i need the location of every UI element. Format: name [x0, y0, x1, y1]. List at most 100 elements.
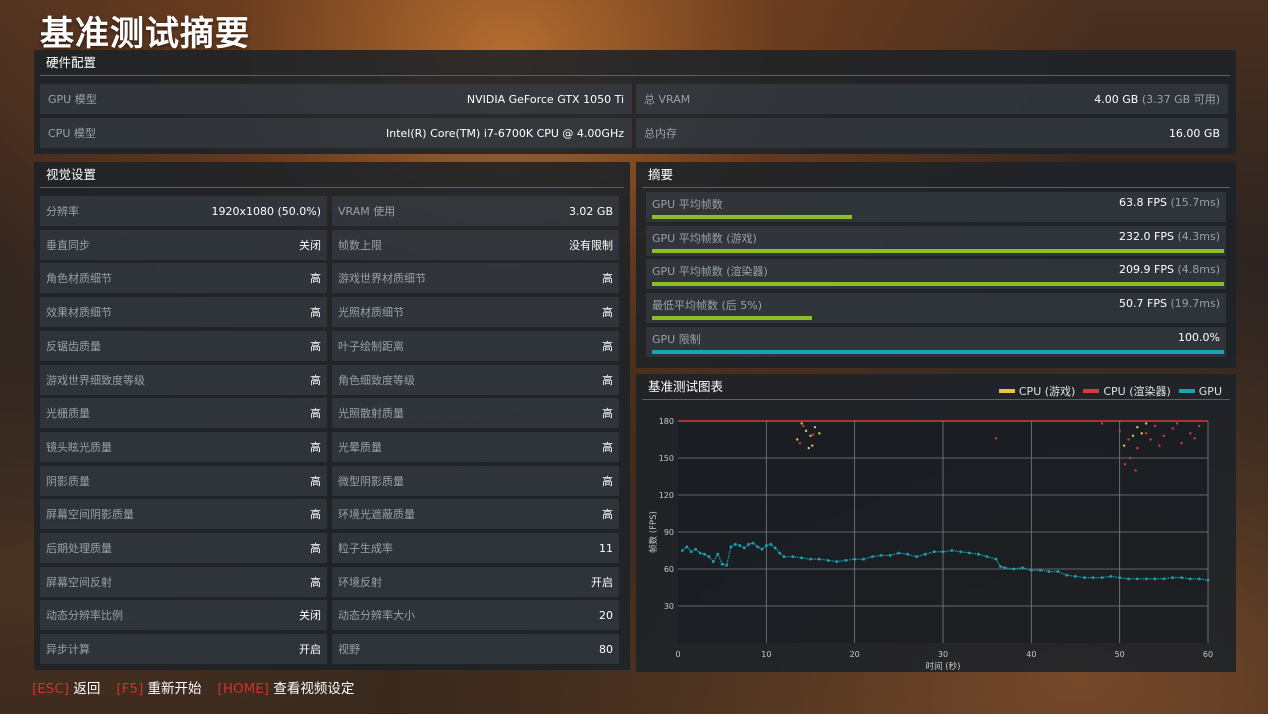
setting-label: 环境反射	[338, 575, 382, 589]
data-point-cpu-render	[1134, 469, 1137, 472]
hint-restart[interactable]: [F5] 重新开始	[116, 677, 201, 697]
data-point-cpu-render	[1127, 438, 1130, 441]
legend-swatch	[1178, 389, 1195, 393]
setting-row: 光照散射质量 高	[332, 398, 619, 429]
hw-label: CPU 模型	[48, 127, 96, 140]
setting-row: 帧数上限 没有限制	[332, 229, 619, 260]
setting-row: 光照材质细节 高	[332, 297, 619, 328]
hint-video-settings[interactable]: [HOME] 查看视频设定	[218, 677, 355, 697]
setting-value: 1920x1080 (50.0%)	[211, 204, 321, 218]
benchmark-chart-panel: 基准测试图表 CPU (游戏) CPU (渲染器) GPU 30 60 90 120 1…	[636, 374, 1236, 672]
visual-settings-panel: 视觉设置 分辨率 1920x1080 (50.0%) VRAM 使用 3.02 GB 垂…	[34, 162, 630, 670]
setting-row: 环境光遮蔽质量 高	[332, 499, 619, 530]
setting-label: 游戏世界细致度等级	[46, 373, 145, 387]
summary-bar-fill	[652, 282, 1224, 287]
setting-value: 高	[602, 339, 613, 353]
setting-value: 20	[599, 608, 613, 622]
summary-row: 最低平均帧数 (后 5%) 50.7 FPS (19.7ms)	[646, 293, 1226, 324]
data-point-cpu-render	[798, 442, 802, 445]
summary-bar-track	[652, 316, 1224, 321]
setting-value: 高	[310, 542, 321, 555]
setting-row: 效果材质细节 高	[40, 297, 327, 328]
setting-label: 视野	[338, 643, 360, 657]
hw-row-cpu: CPU 模型 Intel(R) Core(TM) i7-6700K CPU @ …	[40, 118, 632, 148]
hint-back[interactable]: [ESC] 返回	[32, 677, 100, 697]
setting-label: 叶子绘制距离	[338, 339, 404, 353]
setting-label: 环境光遮蔽质量	[338, 508, 415, 522]
visual-settings-header: 视觉设置	[40, 162, 624, 188]
data-point-cpu-render	[1129, 456, 1132, 460]
setting-row: 环境反射 开启	[332, 566, 619, 597]
data-point-cpu-render	[1153, 424, 1157, 428]
legend-item-gpu: GPU	[1178, 385, 1222, 398]
hw-label: GPU 模型	[48, 93, 97, 106]
setting-value: 开启	[591, 575, 613, 589]
data-point-cpu-game	[809, 434, 812, 437]
footer-hints: [ESC] 返回 [F5] 重新开始 [HOME] 查看视频设定	[32, 677, 354, 697]
page-title: 基准测试摘要	[40, 14, 250, 54]
data-point-cpu-game	[796, 438, 799, 441]
setting-label: 异步计算	[46, 643, 90, 657]
setting-value: 高	[310, 339, 321, 353]
setting-row: 角色材质细节 高	[40, 263, 327, 294]
data-point-cpu-render	[1144, 432, 1148, 435]
setting-value: 高	[602, 508, 613, 522]
data-point-cpu-game	[818, 432, 821, 435]
data-point-cpu-render	[1197, 424, 1201, 428]
summary-bar-track	[652, 215, 1224, 219]
setting-value: 高	[310, 575, 321, 589]
data-point-cpu-game	[1144, 422, 1148, 425]
setting-value: 高	[310, 440, 321, 454]
data-point-cpu-game	[800, 422, 803, 425]
setting-row: 动态分辨率比例 关闭	[40, 600, 327, 631]
data-point-cpu-game	[813, 425, 817, 429]
setting-value: 11	[599, 541, 613, 555]
setting-row: 光晕质量 高	[332, 431, 619, 462]
setting-row: 垂直同步 关闭	[40, 229, 327, 260]
setting-row: 镜头眩光质量 高	[40, 431, 327, 462]
setting-label: 角色细致度等级	[338, 373, 415, 387]
setting-row: 后期处理质量 高	[40, 533, 327, 563]
setting-value: 80	[599, 642, 613, 656]
setting-label: 屏幕空间反射	[46, 575, 112, 589]
y-tick-label: 90	[664, 528, 674, 537]
summary-value: 50.7 FPS (19.7ms)	[1119, 297, 1220, 311]
summary-bar-fill	[652, 248, 1224, 253]
setting-row: 动态分辨率大小 20	[332, 600, 619, 631]
data-point-cpu-game	[811, 444, 814, 447]
setting-row: 游戏世界细致度等级 高	[40, 364, 327, 395]
setting-value: 高	[602, 272, 613, 286]
setting-row: 叶子绘制距离 高	[332, 330, 619, 361]
setting-label: 光照材质细节	[338, 306, 404, 320]
summary-bar-fill	[652, 316, 813, 321]
setting-row: 屏幕空间阴影质量 高	[40, 499, 327, 530]
data-point-cpu-render	[1158, 444, 1161, 447]
setting-label: 光晕质量	[338, 440, 382, 454]
setting-value: 高	[602, 474, 613, 488]
setting-value: 高	[602, 407, 613, 421]
data-point-cpu-render	[1149, 438, 1152, 441]
hardware-header: 硬件配置	[40, 50, 1230, 76]
hw-value: 4.00 GB (3.37 GB 可用)	[1094, 93, 1220, 106]
y-tick-label: 30	[664, 602, 674, 611]
y-tick-label: 150	[659, 454, 674, 463]
summary-bar-track	[652, 282, 1224, 287]
setting-row: 反锯齿质量 高	[40, 330, 327, 361]
setting-label: 微型阴影质量	[338, 474, 404, 488]
hw-label: 总 VRAM	[644, 93, 691, 106]
x-tick-label: 30	[938, 650, 948, 659]
summary-header: 摘要	[642, 162, 1230, 188]
hardware-panel: 硬件配置 GPU 模型 NVIDIA GeForce GTX 1050 Ti 总…	[34, 50, 1236, 154]
summary-label: GPU 平均帧数 (游戏)	[652, 231, 757, 245]
setting-row: 粒子生成率 11	[332, 533, 619, 563]
setting-label: 效果材质细节	[46, 306, 112, 320]
setting-row: VRAM 使用 3.02 GB	[332, 196, 619, 226]
data-point-cpu-render	[1171, 427, 1174, 430]
benchmark-chart: 30 60 90 120 150 180 0 10 20 30 40 50 60 时间 (秒) 帧数 (FP…	[648, 417, 1213, 670]
hw-value: Intel(R) Core(TM) i7-6700K CPU @ 4.00GHz	[386, 126, 624, 140]
setting-label: 角色材质细节	[46, 272, 112, 286]
data-point-cpu-render	[1162, 434, 1166, 437]
hw-value: NVIDIA GeForce GTX 1050 Ti	[466, 92, 624, 106]
summary-value: 232.0 FPS (4.3ms)	[1119, 229, 1220, 243]
data-point-cpu-render	[1193, 437, 1196, 440]
